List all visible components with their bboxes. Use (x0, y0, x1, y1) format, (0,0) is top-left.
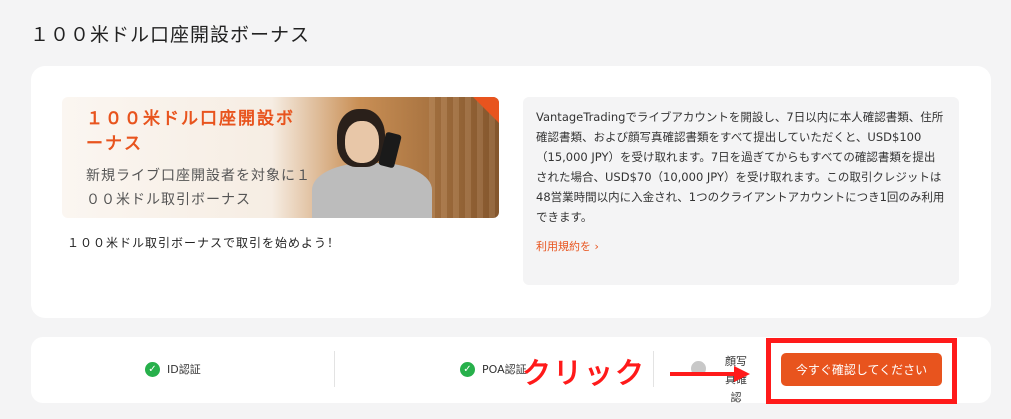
banner-title: １００米ドル口座開設ボーナス (86, 109, 295, 154)
person-face (345, 121, 379, 163)
step-label: POA認証 (482, 363, 527, 376)
bonus-description: VantageTradingでライブアカウントを開設し、7日以内に本人確認書類、… (536, 110, 945, 224)
banner-caption: １００米ドル取引ボーナスで取引を始めよう！ (67, 236, 341, 250)
step-poa-verification: ✓ POA認証 (460, 361, 527, 377)
step-divider (653, 351, 654, 387)
right-arrow-icon (670, 366, 750, 382)
person-body (312, 163, 432, 218)
promo-banner: １００米ドル口座開設ボーナス 新規ライブ口座開設者を対象に１００米ドル取引ボーナ… (62, 97, 499, 218)
check-icon: ✓ (460, 361, 475, 377)
banner-subtitle: 新規ライブ口座開設者を対象に１００米ドル取引ボーナス (86, 168, 311, 208)
bonus-description-box: VantageTradingでライブアカウントを開設し、7日以内に本人確認書類、… (523, 97, 959, 285)
banner-person-image (312, 105, 432, 218)
annotation-click-label: クリック (522, 356, 647, 390)
step-divider (334, 351, 335, 387)
annotation-highlight-box (766, 338, 957, 404)
bonus-card: １００米ドル口座開設ボーナス 新規ライブ口座開設者を対象に１００米ドル取引ボーナ… (31, 66, 991, 318)
banner-corner-accent (473, 97, 499, 123)
check-icon: ✓ (145, 361, 160, 377)
step-label: ID認証 (167, 363, 201, 376)
page-title: １００米ドル口座開設ボーナス (30, 24, 311, 46)
step-id-verification: ✓ ID認証 (145, 361, 201, 377)
terms-link[interactable]: 利用規約を › (536, 238, 599, 254)
